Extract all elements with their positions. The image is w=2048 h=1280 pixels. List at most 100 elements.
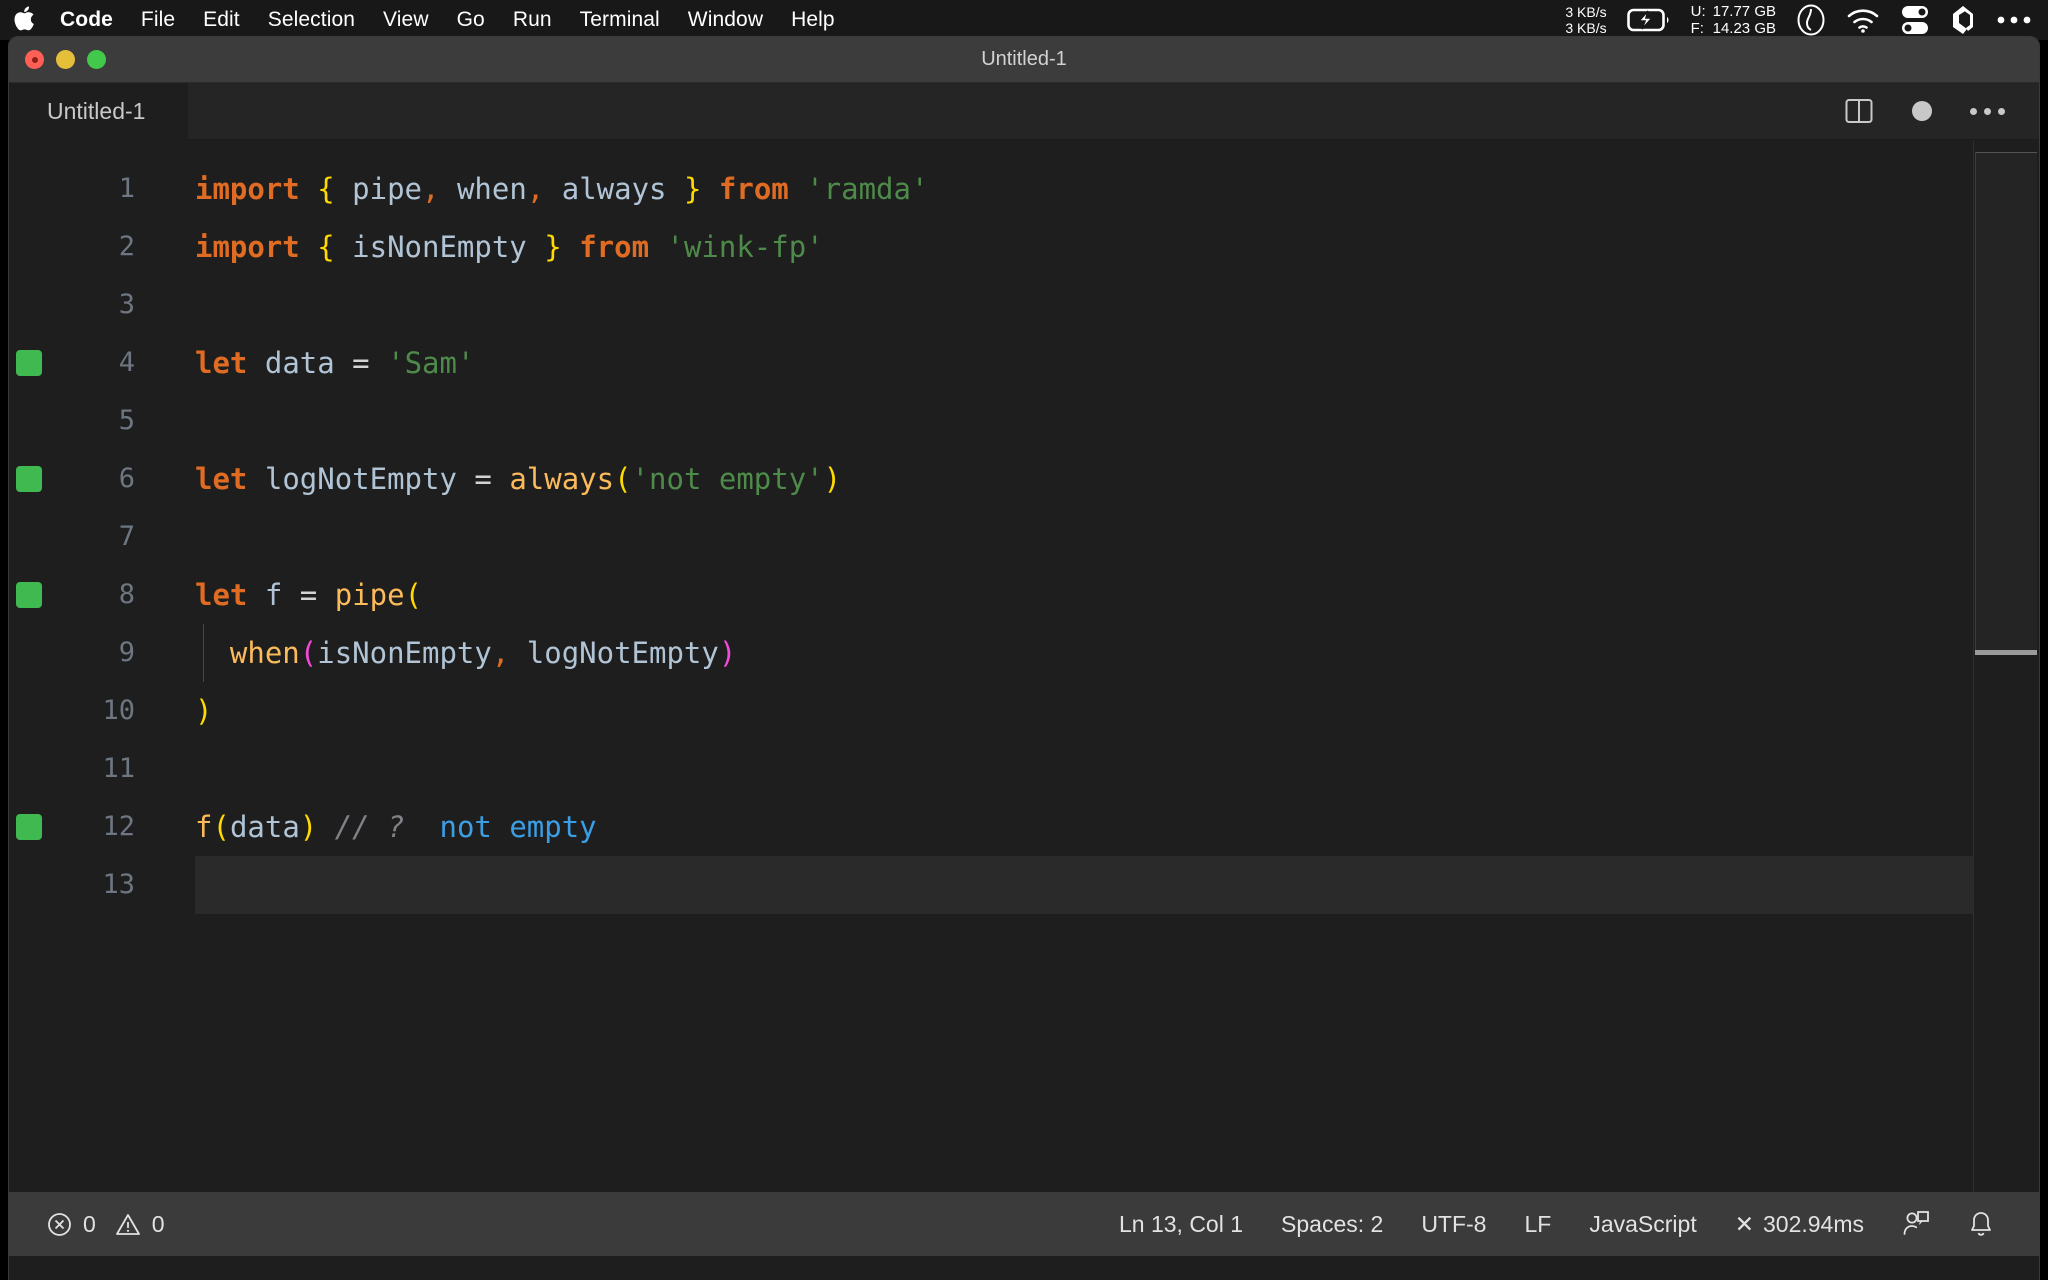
gutter-decoration — [9, 814, 49, 840]
code-token: ( — [299, 636, 318, 670]
split-editor-icon[interactable] — [1844, 96, 1874, 126]
status-bar-right: Ln 13, Col 1 Spaces: 2 UTF-8 LF JavaScri… — [1100, 1210, 2039, 1238]
problems-indicator[interactable]: 0 0 — [39, 1211, 173, 1238]
memory-used-value: 17.77 GB — [1712, 3, 1776, 20]
code-line[interactable]: 13 — [9, 856, 2039, 914]
quokka-status[interactable]: ✕ 302.94ms — [1716, 1211, 1883, 1238]
scrollbar-thumb[interactable] — [1975, 152, 2037, 652]
code-token: ( — [212, 810, 230, 844]
minimize-button[interactable] — [56, 50, 75, 69]
editor-scrollbar[interactable] — [1973, 140, 2039, 1192]
code-line[interactable]: 5 — [9, 392, 2039, 450]
gutter-decoration — [9, 350, 49, 376]
code-line[interactable]: 4 let data = 'Sam' — [9, 334, 2039, 392]
cursor-position[interactable]: Ln 13, Col 1 — [1100, 1211, 1262, 1238]
line-number: 1 — [118, 173, 135, 204]
menu-item-edit[interactable]: Edit — [189, 0, 254, 40]
menu-item-go[interactable]: Go — [443, 0, 499, 40]
code-token: , — [422, 172, 440, 206]
code-line[interactable]: 3 — [9, 276, 2039, 334]
code-token: data — [264, 346, 335, 380]
editor-tab-bar: Untitled-1 — [9, 83, 2039, 140]
line-content: import { isNonEmpty } from 'wink-fp' — [141, 218, 824, 276]
code-token: from — [718, 172, 789, 206]
status-bar: 0 0 Ln 13, Col 1 Spaces: 2 UTF-8 LF Java… — [9, 1192, 2039, 1256]
line-number: 10 — [102, 695, 135, 726]
menu-item-window[interactable]: Window — [674, 0, 777, 40]
quokka-covered-marker-icon — [16, 466, 42, 492]
code-line[interactable]: 12 f(data) // ? not empty — [9, 798, 2039, 856]
quokka-stop-icon: ✕ — [1734, 1210, 1754, 1237]
line-content: let f = pipe( — [141, 566, 422, 624]
line-number: 6 — [118, 463, 135, 494]
code-line[interactable]: 2 import { isNonEmpty } from 'wink-fp' — [9, 218, 2039, 276]
zoom-button[interactable] — [87, 50, 106, 69]
close-button[interactable] — [25, 50, 44, 69]
more-actions-icon[interactable] — [1970, 107, 2005, 115]
indentation-setting[interactable]: Spaces: 2 — [1262, 1211, 1402, 1238]
quokka-covered-marker-icon — [16, 582, 42, 608]
battery-charging-icon[interactable] — [1626, 7, 1671, 33]
code-line[interactable]: 11 — [9, 740, 2039, 798]
tab-label: Untitled-1 — [47, 97, 146, 124]
code-line[interactable]: 1 import { pipe, when, always } from 'ram… — [9, 160, 2039, 218]
tab-untitled-1[interactable]: Untitled-1 — [9, 83, 189, 139]
code-line[interactable]: 10) — [9, 682, 2039, 740]
code-token: always — [561, 172, 667, 206]
code-line[interactable]: 7 — [9, 508, 2039, 566]
code-editor[interactable]: 1 import { pipe, when, always } from 'ram… — [9, 140, 2039, 1192]
memory-usage-indicator[interactable]: U: F: 17.77 GB 14.23 GB — [1691, 3, 1776, 37]
more-icon[interactable] — [1996, 14, 2032, 26]
eol-setting[interactable]: LF — [1505, 1211, 1570, 1238]
menu-item-selection[interactable]: Selection — [254, 0, 369, 40]
warning-triangle-icon — [115, 1212, 141, 1237]
remote-account-icon[interactable] — [1883, 1210, 1949, 1238]
code-token: ) — [718, 636, 737, 670]
code-token: { — [317, 172, 335, 206]
wifi-icon[interactable] — [1846, 7, 1880, 33]
line-number: 2 — [118, 231, 135, 262]
menu-item-file[interactable]: File — [127, 0, 189, 40]
menu-item-run[interactable]: Run — [499, 0, 566, 40]
line-content: import { pipe, when, always } from 'ramd… — [141, 160, 928, 218]
memory-used-label: U: — [1690, 3, 1706, 20]
code-token: 'wink-fp' — [666, 230, 824, 264]
overview-ruler-mark — [1975, 650, 2037, 655]
notifications-bell-icon[interactable] — [1949, 1210, 2013, 1238]
gutter-decoration — [9, 582, 49, 608]
line-number: 7 — [118, 521, 135, 552]
code-line[interactable]: 9 when(isNonEmpty, logNotEmpty) — [9, 624, 2039, 682]
code-token: always — [509, 462, 615, 496]
menu-item-view[interactable]: View — [369, 0, 443, 40]
line-content: let logNotEmpty = always('not empty') — [141, 450, 841, 508]
language-mode[interactable]: JavaScript — [1570, 1211, 1715, 1238]
code-token: import — [195, 172, 300, 206]
error-count: 0 — [83, 1210, 96, 1237]
menu-item-code[interactable]: Code — [46, 0, 127, 40]
code-token: 'ramda' — [806, 172, 929, 206]
control-center-icon[interactable] — [1900, 4, 1930, 36]
network-speed-indicator[interactable]: 3 KB/s 3 KB/s — [1565, 4, 1606, 36]
line-number: 5 — [118, 405, 135, 436]
clock-icon[interactable] — [1796, 4, 1826, 36]
menu-item-terminal[interactable]: Terminal — [566, 0, 674, 40]
encoding-setting[interactable]: UTF-8 — [1402, 1211, 1505, 1238]
code-line[interactable]: 6 let logNotEmpty = always('not empty') — [9, 450, 2039, 508]
unsaved-dot-icon[interactable] — [1912, 101, 1932, 121]
code-line[interactable]: 8 let f = pipe( — [9, 566, 2039, 624]
menu-item-help[interactable]: Help — [777, 0, 849, 40]
apple-logo-icon[interactable] — [0, 5, 46, 35]
dropbox-icon[interactable] — [1950, 5, 1976, 35]
code-token: = — [299, 578, 318, 612]
line-number: 4 — [118, 347, 135, 378]
code-token: isNonEmpty — [317, 636, 492, 670]
